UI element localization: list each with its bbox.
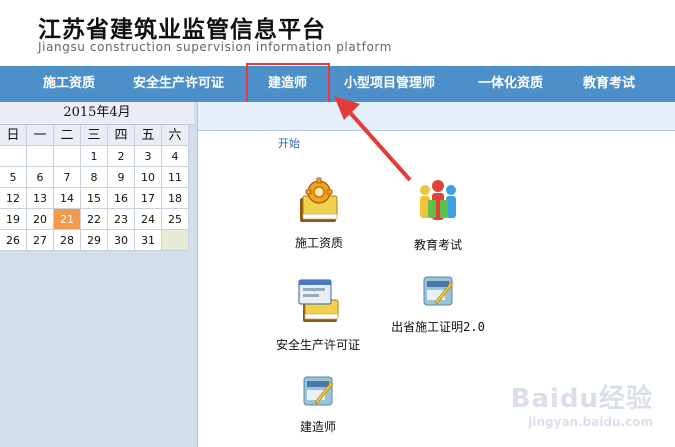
watermark-brand: Baidu经验 <box>510 384 653 414</box>
watermark: Baidu经验 jingyan.baidu.com <box>511 378 653 429</box>
watermark-sub: jingyan.baidu.com <box>528 415 653 429</box>
